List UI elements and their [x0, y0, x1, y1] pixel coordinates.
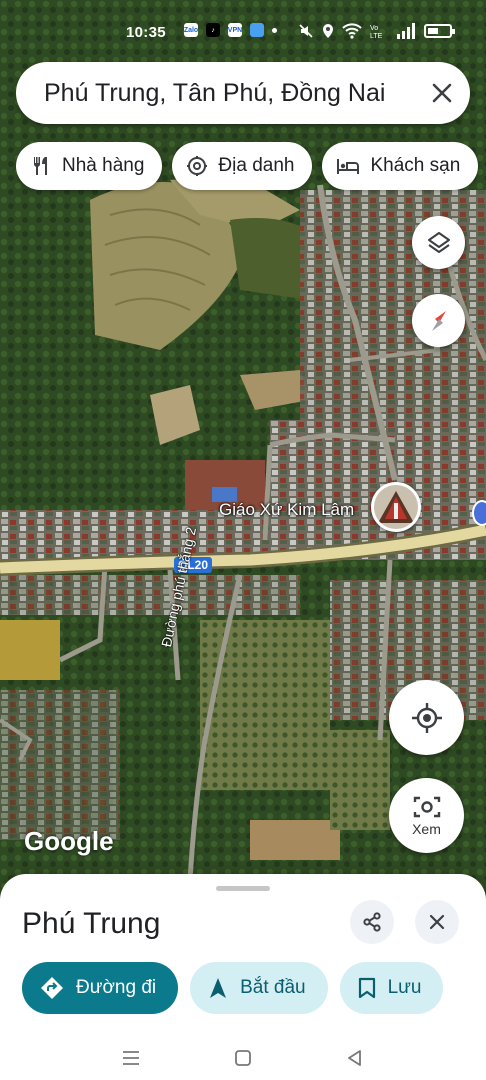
start-button[interactable]: Bắt đầu [190, 962, 328, 1014]
church-photo-icon [374, 485, 418, 529]
chip-label: Khách sạn [370, 155, 461, 176]
close-icon [429, 914, 445, 930]
church-marker[interactable] [371, 482, 421, 532]
map-view[interactable]: 10:35 Zalo ♪ VPN Vo LTE Phú Trung, Tân Ph… [0, 0, 486, 900]
location-icon [323, 24, 333, 38]
lens-button[interactable]: Xem [389, 778, 464, 853]
camera-icon [413, 796, 440, 817]
navigation-icon [210, 978, 227, 998]
mute-icon [299, 24, 313, 38]
place-title: Phú Trung [22, 907, 161, 940]
chip-restaurants[interactable]: Nhà hàng [16, 142, 163, 190]
close-sheet-button[interactable] [415, 900, 459, 944]
close-icon [432, 83, 452, 103]
lens-label: Xem [412, 820, 441, 837]
chip-landmarks[interactable]: Địa danh [172, 142, 313, 190]
app-icon [250, 23, 264, 37]
back-icon[interactable] [345, 1049, 365, 1067]
category-chips: Nhà hàng Địa danh Khách sạn [16, 142, 479, 190]
crosshair-icon [411, 702, 442, 733]
search-bar[interactable]: Phú Trung, Tân Phú, Đồng Nai [16, 62, 470, 124]
offscreen-marker[interactable] [472, 500, 486, 526]
volte-icon: VoLTE [370, 25, 383, 39]
drag-handle[interactable] [216, 886, 270, 891]
zalo-icon: Zalo [184, 23, 198, 37]
layers-icon [427, 231, 450, 253]
hotel-icon [337, 159, 360, 174]
save-label: Lưu [387, 977, 422, 998]
directions-button[interactable]: Đường đi [22, 962, 179, 1014]
vpn-icon: VPN [228, 23, 242, 37]
chip-hotels[interactable]: Khách sạn [322, 142, 479, 190]
save-button[interactable]: Lưu [339, 962, 444, 1014]
google-logo: Google [24, 826, 114, 856]
chip-label: Nhà hàng [62, 155, 145, 176]
svg-text:LTE: LTE [370, 33, 383, 39]
satellite-imagery [0, 0, 486, 900]
my-location-button[interactable] [389, 680, 464, 755]
status-bar: 10:35 Zalo ♪ VPN Vo LTE [0, 18, 486, 48]
place-sheet[interactable]: Phú Trung Đường đi Bắt đầu Lưu [0, 874, 486, 1080]
clear-search-button[interactable] [414, 65, 470, 121]
dot-icon [272, 27, 277, 33]
directions-label: Đường đi [76, 977, 157, 998]
share-icon [363, 912, 381, 932]
signal-icon [397, 23, 415, 39]
system-nav-bar [0, 1036, 486, 1080]
restaurant-icon [34, 157, 47, 175]
landmark-icon [187, 156, 208, 176]
wifi-icon [342, 23, 362, 39]
place-label[interactable]: Giáo Xứ Kim Lâm [219, 500, 354, 520]
share-button[interactable] [350, 900, 394, 944]
compass-icon [431, 310, 446, 331]
compass-button[interactable] [412, 294, 465, 347]
action-row: Đường đi Bắt đầu Lưu [22, 962, 444, 1014]
search-query[interactable]: Phú Trung, Tân Phú, Đồng Nai [44, 79, 414, 108]
svg-text:Vo: Vo [370, 25, 378, 32]
status-time: 10:35 [126, 24, 166, 41]
tiktok-icon: ♪ [206, 23, 220, 37]
recents-icon[interactable] [121, 1049, 141, 1067]
start-label: Bắt đầu [240, 977, 306, 998]
bookmark-icon [358, 977, 375, 999]
directions-icon [41, 977, 63, 999]
layers-button[interactable] [412, 216, 465, 269]
battery-icon [424, 24, 455, 38]
chip-label: Địa danh [218, 155, 295, 176]
home-icon[interactable] [233, 1049, 253, 1067]
